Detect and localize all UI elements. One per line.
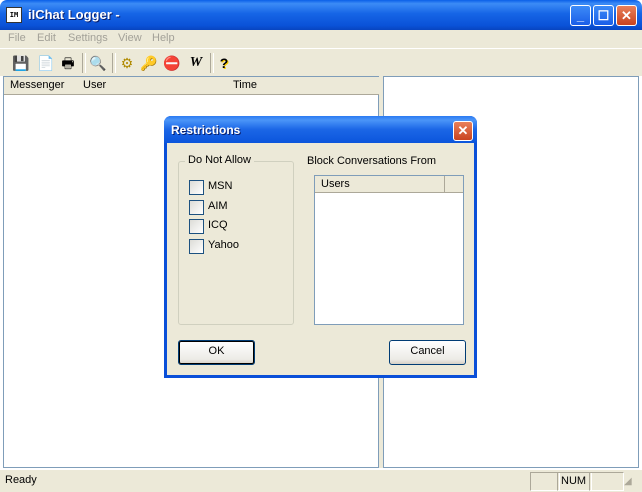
checkbox-label: AIM	[208, 200, 228, 212]
app-icon: IM	[6, 7, 22, 23]
cancel-button[interactable]: Cancel	[389, 340, 466, 365]
checkbox-box[interactable]	[189, 219, 204, 234]
close-icon: ✕	[457, 123, 469, 138]
key-icon[interactable]: 🔑	[139, 53, 159, 73]
website-icon[interactable]: W	[186, 53, 206, 73]
menu-help[interactable]: Help	[152, 32, 175, 44]
menu-settings[interactable]: Settings	[68, 32, 108, 44]
title-bar[interactable]: IM iIChat Logger - _ ☐ ✕	[0, 0, 642, 30]
copy-icon[interactable]: 📄	[36, 53, 56, 73]
minimize-icon: _	[576, 8, 585, 23]
status-panel-scroll	[589, 472, 624, 491]
menu-file[interactable]: File	[8, 32, 26, 44]
toolbar-separator	[112, 53, 116, 73]
help-icon[interactable]: ?	[214, 53, 234, 73]
maximize-icon: ☐	[597, 8, 610, 23]
blocked-users-list[interactable]: Users	[314, 175, 464, 325]
menu-edit[interactable]: Edit	[37, 32, 56, 44]
print-icon[interactable]: 🖶	[58, 53, 78, 73]
dialog-close-button[interactable]: ✕	[453, 121, 473, 141]
find-icon[interactable]: 🔍	[88, 53, 108, 73]
menu-view[interactable]: View	[118, 32, 142, 44]
checkbox-label: MSN	[208, 180, 233, 192]
dialog-body: Do Not Allow MSN AIM ICQ Yahoo Block Con…	[167, 143, 474, 375]
close-button[interactable]: ✕	[616, 5, 637, 26]
column-header-user[interactable]: User	[77, 77, 234, 95]
restrictions-dialog: Restrictions ✕ Do Not Allow MSN AIM ICQ …	[164, 116, 477, 378]
dialog-title-bar[interactable]: Restrictions ✕	[164, 116, 477, 143]
status-text: Ready	[5, 474, 37, 486]
column-header-messenger[interactable]: Messenger	[4, 77, 84, 95]
status-panel-num: NUM	[557, 472, 592, 491]
dialog-title: Restrictions	[171, 123, 241, 137]
window-title: iIChat Logger -	[28, 7, 120, 22]
block-conversations-label: Block Conversations From	[307, 155, 436, 167]
checkbox-box[interactable]	[189, 239, 204, 254]
toolbar-separator	[82, 53, 86, 73]
maximize-button[interactable]: ☐	[593, 5, 614, 26]
size-grip-icon[interactable]: ◢	[624, 476, 632, 487]
toolbar: 💾 📄 🖶 🔍 ⚙ 🔑 ⛔ W ?	[0, 48, 642, 76]
column-header-users[interactable]: Users	[315, 176, 445, 193]
checkbox-box[interactable]	[189, 200, 204, 215]
status-bar: Ready NUM ◢	[0, 470, 642, 492]
settings-icon[interactable]: ⚙	[117, 53, 137, 73]
column-header-empty	[445, 176, 463, 193]
column-header-time[interactable]: Time	[227, 77, 384, 95]
minimize-button[interactable]: _	[570, 5, 591, 26]
checkbox-label: Yahoo	[208, 239, 239, 251]
close-icon: ✕	[621, 8, 632, 23]
status-panel-caps	[530, 472, 560, 491]
block-icon[interactable]: ⛔	[162, 53, 182, 73]
menu-bar: File Edit Settings View Help	[0, 30, 642, 48]
checkbox-label: ICQ	[208, 219, 228, 231]
ok-button[interactable]: OK	[178, 340, 255, 365]
group-label: Do Not Allow	[185, 154, 254, 166]
save-icon[interactable]: 💾	[11, 53, 31, 73]
checkbox-box[interactable]	[189, 180, 204, 195]
